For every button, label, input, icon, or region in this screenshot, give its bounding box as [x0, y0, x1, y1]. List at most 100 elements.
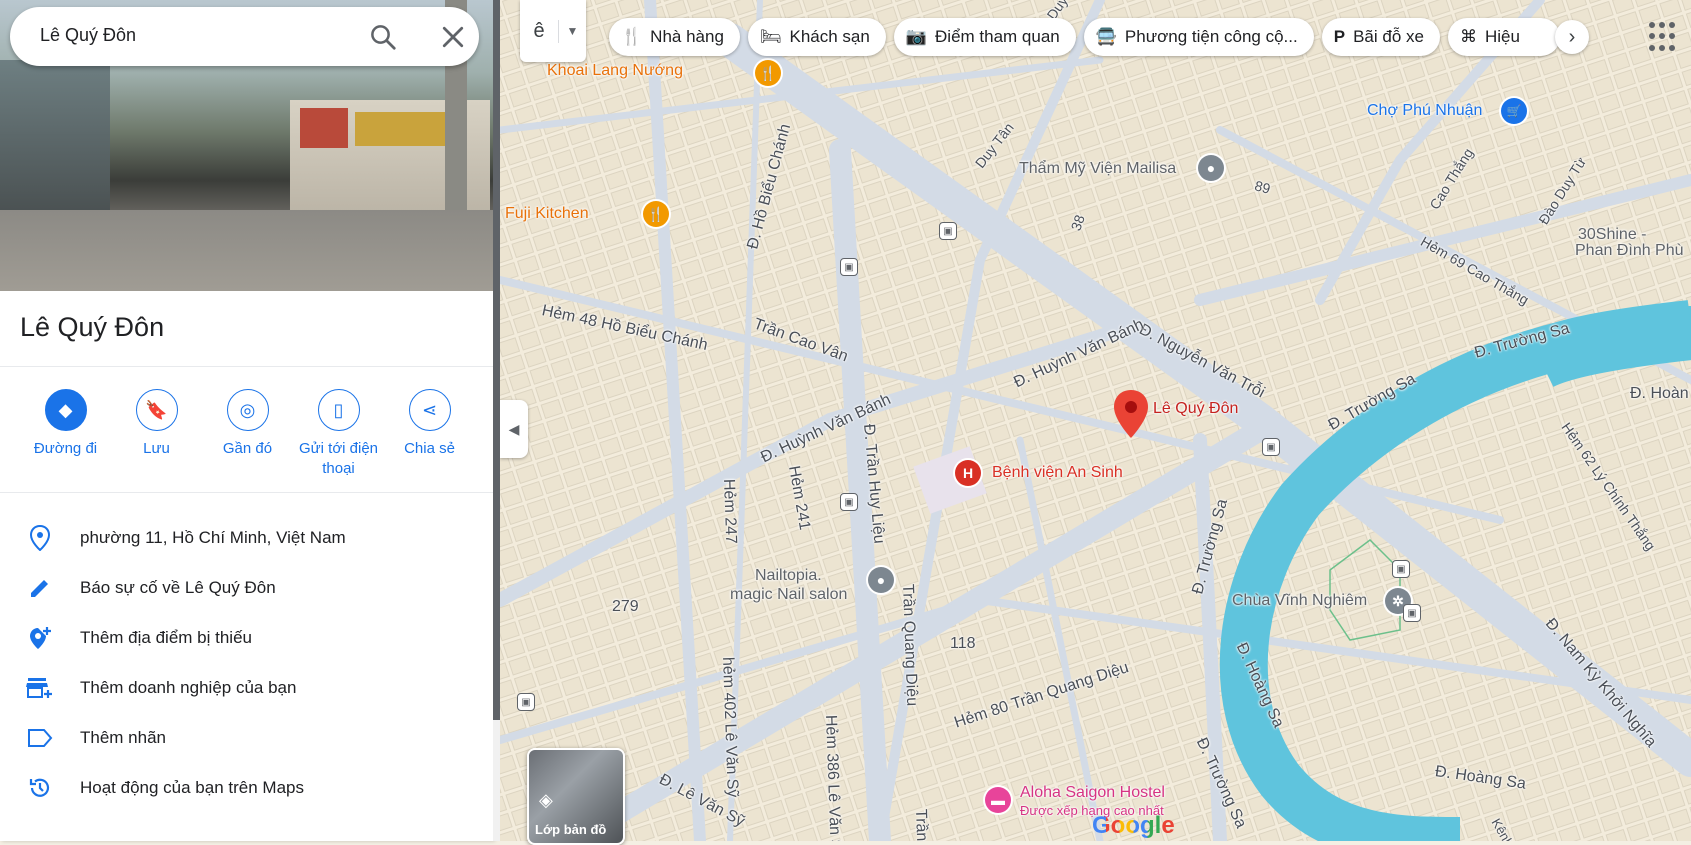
- add-business-row[interactable]: Thêm doanh nghiệp của bạn: [0, 663, 493, 713]
- bus-stop-icon[interactable]: ▣: [939, 222, 957, 240]
- bookmark-icon: 🔖: [135, 389, 178, 431]
- close-icon[interactable]: [438, 22, 468, 52]
- nearby-button[interactable]: ◎ Gần đó: [202, 389, 293, 479]
- restaurant-icon[interactable]: 🍴: [755, 60, 781, 86]
- layers-icon: ◈: [539, 790, 553, 810]
- scrollbar-thumb[interactable]: [493, 0, 500, 720]
- chip-pharmacy[interactable]: ⌘ Hiệu: [1447, 18, 1560, 56]
- divider: [0, 366, 493, 367]
- chip-label: Hiệu: [1484, 27, 1520, 46]
- chip-label: Bãi đỗ xe: [1353, 27, 1424, 46]
- chevron-right-icon[interactable]: ›: [1555, 20, 1589, 54]
- restaurant-icon[interactable]: 🍴: [643, 201, 669, 227]
- street-hoang-sa: Đ. Hoàn: [1630, 385, 1689, 402]
- action-label: Chia sẻ: [404, 440, 455, 457]
- chip-label: Khách sạn: [789, 27, 870, 46]
- chevron-down-icon[interactable]: ▼: [559, 24, 586, 38]
- place-dot-icon[interactable]: ●: [1198, 155, 1224, 181]
- place-actions: ◆ Đường đi 🔖 Lưu ◎ Gần đó ▯ Gửi tới điện…: [20, 389, 480, 479]
- action-label: Gần đó: [222, 440, 273, 457]
- chip-hotels[interactable]: 🛏 Khách sạn: [747, 18, 886, 56]
- hostel-icon[interactable]: ▬: [985, 787, 1011, 813]
- nearby-icon: ◎: [226, 389, 269, 431]
- chip-label: Phương tiện công cộ...: [1124, 27, 1298, 46]
- poi-mailisa[interactable]: Thẩm Mỹ Viện Mailisa: [1019, 160, 1176, 178]
- chip-attractions[interactable]: 📷 Điểm tham quan: [893, 18, 1076, 56]
- selected-place-label[interactable]: Lê Quý Đôn: [1153, 400, 1238, 418]
- action-label: Lưu: [143, 440, 170, 457]
- search-icon[interactable]: [368, 22, 398, 52]
- place-dot-icon[interactable]: ●: [868, 567, 894, 593]
- address-text: phường 11, Hồ Chí Minh, Việt Nam: [80, 528, 346, 547]
- add-missing-place-row[interactable]: Thêm địa điểm bị thiếu: [0, 613, 493, 663]
- apps-grid-icon[interactable]: [1645, 18, 1683, 56]
- poi-khoai-lang-nuong[interactable]: Khoai Lang Nướng: [547, 62, 683, 80]
- add-business-text: Thêm doanh nghiệp của bạn: [80, 678, 297, 697]
- chip-parking[interactable]: P Bãi đỗ xe: [1321, 18, 1440, 56]
- street-118: 118: [950, 635, 976, 652]
- google-logo: Google: [1092, 812, 1175, 840]
- share-button[interactable]: ⋖ Chia sẻ: [384, 389, 475, 479]
- layers-button[interactable]: ◈ Lớp bản đồ: [527, 748, 625, 845]
- poi-30shine-2[interactable]: Phan Đình Phù: [1575, 242, 1684, 260]
- language-toggle-label[interactable]: ê: [520, 19, 559, 43]
- panel-scrollbar[interactable]: [493, 0, 500, 841]
- directions-button[interactable]: ◆ Đường đi: [20, 389, 111, 479]
- location-pin-icon: [22, 525, 58, 551]
- send-to-phone-button[interactable]: ▯ Gửi tới điện thoại: [293, 389, 384, 479]
- category-chips: 🍴 Nhà hàng 🛏 Khách sạn 📷 Điểm tham quan 🚍 Ph…: [609, 18, 1560, 56]
- bus-stop-icon[interactable]: ▣: [840, 493, 858, 511]
- action-label: Đường đi: [33, 440, 98, 457]
- bus-stop-icon[interactable]: ▣: [1392, 560, 1410, 578]
- chip-label: Điểm tham quan: [935, 27, 1060, 46]
- poi-benh-vien-an-sinh[interactable]: Bệnh viện An Sinh: [992, 464, 1123, 482]
- street-hem-247: Hẻm 247: [720, 478, 740, 545]
- poi-chua-vinh-nghiem[interactable]: Chùa Vĩnh Nghiêm: [1232, 592, 1367, 610]
- poi-nailtopia-2[interactable]: magic Nail salon: [730, 586, 847, 604]
- bus-stop-icon[interactable]: ▣: [840, 258, 858, 276]
- selected-place-pin-icon[interactable]: [1114, 390, 1148, 438]
- shopping-cart-icon[interactable]: 🛒: [1501, 98, 1527, 124]
- history-icon: [22, 776, 58, 800]
- add-place-icon: [22, 625, 58, 651]
- hotel-icon: 🛏: [759, 27, 782, 46]
- map-canvas[interactable]: Khoai Lang Nướng 🍴 Fuji Kitchen 🍴 Chợ Ph…: [500, 0, 1691, 841]
- poi-nailtopia-1[interactable]: Nailtopia.: [755, 567, 822, 585]
- chip-restaurants[interactable]: 🍴 Nhà hàng: [609, 18, 740, 56]
- maps-activity-text: Hoạt động của bạn trên Maps: [80, 778, 304, 797]
- layers-label: Lớp bản đồ: [535, 822, 607, 837]
- parking-icon: P: [1333, 27, 1346, 46]
- report-issue-text: Báo sự cố về Lê Quý Đôn: [80, 578, 276, 597]
- action-label: Gửi tới điện thoại: [298, 440, 379, 477]
- label-icon: [22, 728, 58, 748]
- search-input[interactable]: Lê Quý Đôn: [40, 25, 136, 46]
- hospital-icon[interactable]: H: [955, 460, 981, 486]
- add-label-text: Thêm nhãn: [80, 728, 166, 747]
- bus-stop-icon[interactable]: ▣: [1403, 604, 1421, 622]
- collapse-panel-button[interactable]: ◀: [500, 400, 528, 458]
- maps-activity-row[interactable]: Hoạt động của bạn trên Maps: [0, 763, 493, 813]
- chip-label: Nhà hàng: [650, 27, 724, 46]
- bus-stop-icon[interactable]: ▣: [517, 693, 535, 711]
- place-side-panel: Lê Quý Đôn Lê Quý Đôn ◆ Đường đi 🔖 Lưu ◎…: [0, 0, 493, 841]
- place-title: Lê Quý Đôn: [20, 312, 165, 342]
- address-row[interactable]: phường 11, Hồ Chí Minh, Việt Nam: [0, 513, 493, 563]
- camera-icon: 📷: [905, 27, 928, 46]
- chip-transit[interactable]: 🚍 Phương tiện công cộ...: [1083, 18, 1314, 56]
- save-button[interactable]: 🔖 Lưu: [111, 389, 202, 479]
- report-issue-row[interactable]: Báo sự cố về Lê Quý Đôn: [0, 563, 493, 613]
- divider: [0, 492, 493, 493]
- poi-cho-phu-nhuan[interactable]: Chợ Phú Nhuận: [1367, 102, 1482, 120]
- share-icon: ⋖: [408, 389, 451, 431]
- add-label-row[interactable]: Thêm nhãn: [0, 713, 493, 763]
- bus-stop-icon[interactable]: ▣: [1262, 438, 1280, 456]
- street-279: 279: [612, 598, 639, 615]
- language-toggle-button[interactable]: ê ▼: [520, 0, 586, 62]
- poi-fuji-kitchen[interactable]: Fuji Kitchen: [505, 205, 589, 223]
- transit-icon: 🚍: [1095, 27, 1117, 46]
- google-logo-text: Google: [1092, 812, 1175, 839]
- restaurant-icon: 🍴: [621, 27, 643, 46]
- pencil-icon: [22, 576, 58, 600]
- search-box[interactable]: Lê Quý Đôn: [10, 7, 479, 66]
- poi-aloha-hostel[interactable]: Aloha Saigon Hostel: [1020, 784, 1165, 802]
